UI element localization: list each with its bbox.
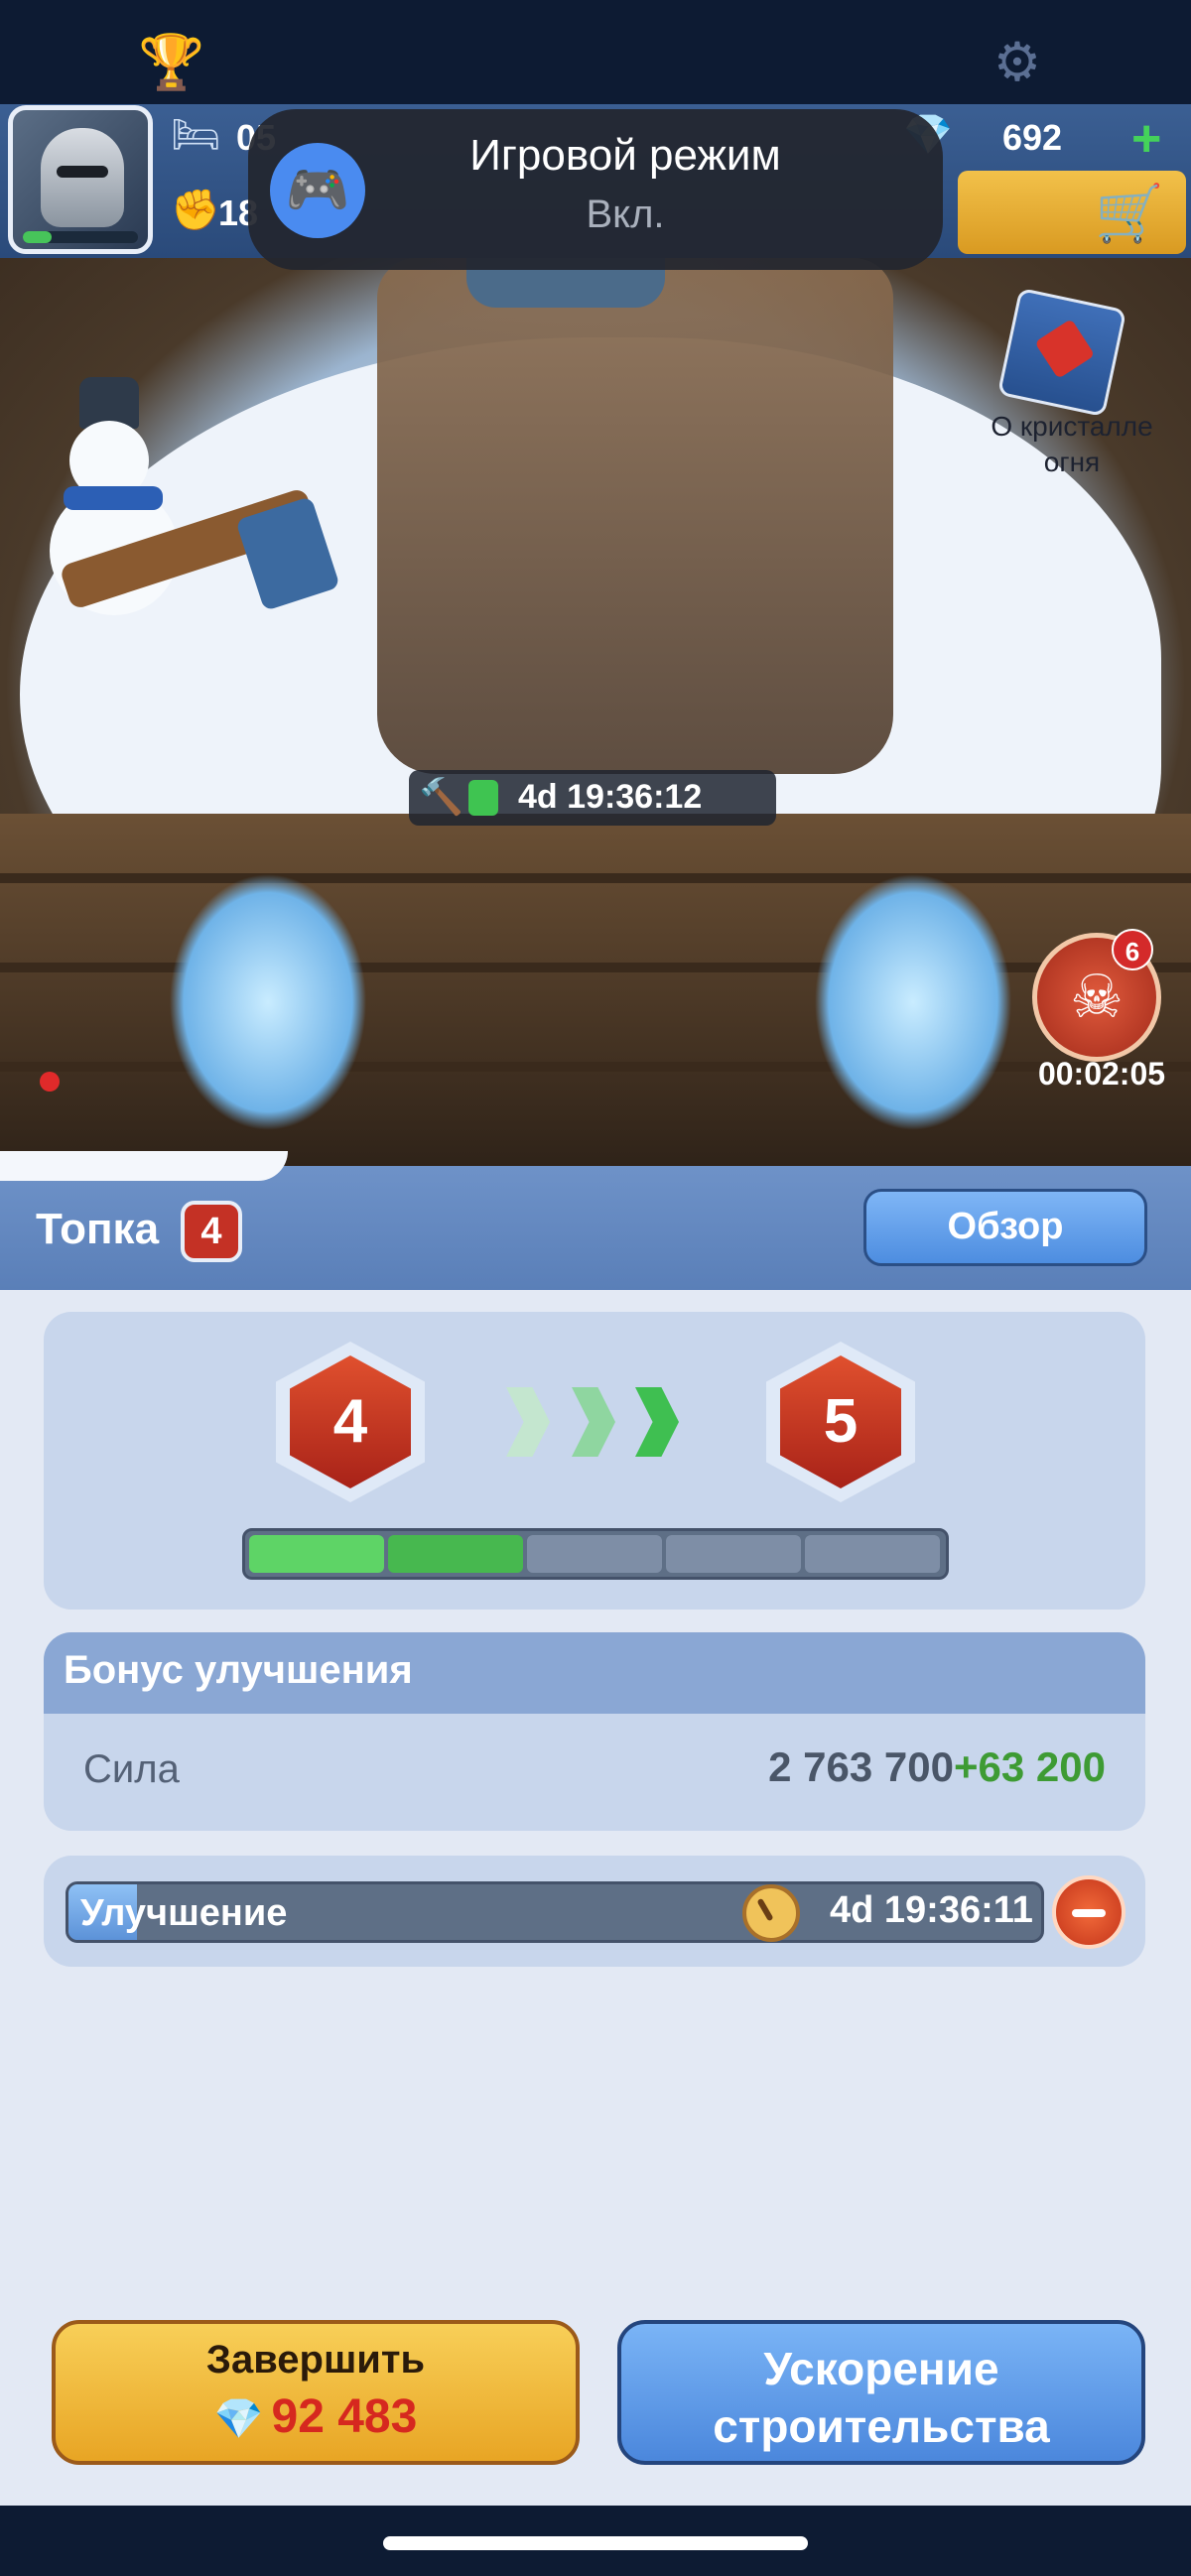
cancel-upgrade-button[interactable] (1052, 1875, 1125, 1949)
avatar[interactable] (8, 105, 153, 254)
panel-snow-edge (0, 1151, 288, 1181)
furnace-building[interactable] (377, 258, 893, 774)
trophy-icon[interactable]: 🏆 (137, 28, 206, 97)
finish-label: Завершить (205, 2338, 426, 2382)
finish-cost-value: 92 483 (271, 2390, 418, 2443)
top-bar: 🏆 ⚙ (0, 0, 1191, 104)
level-progress-bar (242, 1528, 949, 1580)
crystal-book-icon[interactable] (996, 287, 1127, 418)
ice-glow-right (814, 873, 1012, 1131)
gem-icon: 💎 (213, 2397, 264, 2441)
speedup-label: Ускорение строительства (621, 2340, 1141, 2455)
gamepad-icon: 🎮 (270, 143, 365, 238)
gem-count: 692 (1002, 117, 1063, 158)
knight-portrait (41, 128, 124, 227)
progress-segment (527, 1535, 662, 1573)
avatar-xp-bar (23, 231, 138, 243)
power-stat-base: 2 763 700 (768, 1743, 954, 1790)
raid-timer: 00:02:05 (1037, 1056, 1166, 1092)
hammer-icon: 🔨 (419, 777, 463, 818)
bonus-title: Бонус улучшения (64, 1648, 413, 1692)
finish-cost: 💎 92 483 (56, 2389, 576, 2444)
finish-button[interactable]: Завершить 💎 92 483 (52, 2320, 580, 2465)
bonus-card: Бонус улучшения Сила 2 763 700+63 200 (44, 1632, 1145, 1831)
current-level-value: 4 (290, 1355, 411, 1488)
toast-title: Игровой режим (469, 131, 781, 180)
next-level-value: 5 (780, 1355, 901, 1488)
cart-icon: 🛒 (1095, 182, 1164, 246)
build-timer-text: 4d 19:36:12 (518, 778, 703, 816)
panel-title: Топка (36, 1205, 160, 1253)
fist-icon: ✊ (171, 188, 220, 233)
power-stat-value: 2 763 700+63 200 (768, 1743, 1106, 1791)
progress-segment (249, 1535, 384, 1573)
bonus-header: Бонус улучшения (44, 1632, 1145, 1714)
overview-button[interactable]: Обзор (863, 1189, 1147, 1266)
clock-icon (742, 1884, 800, 1942)
home-indicator[interactable] (383, 2536, 808, 2550)
progress-segment (805, 1535, 940, 1573)
crystal-info-label[interactable]: О кристалле огня (973, 409, 1171, 480)
raid-count-badge: 6 (1112, 929, 1153, 970)
add-gems-button[interactable]: + (1131, 109, 1161, 169)
game-mode-toast: 🎮 Игровой режим Вкл. (248, 109, 943, 270)
upgrade-time-left: 4d 19:36:11 (830, 1889, 1033, 1931)
upgrade-label: Улучшение (80, 1892, 288, 1934)
build-timer-badge: 🔨 4d 19:36:12 (409, 770, 776, 826)
speedup-button[interactable]: Ускорение строительства (617, 2320, 1145, 2465)
progress-indicator (468, 780, 498, 816)
progress-segment (388, 1535, 523, 1573)
gear-icon[interactable]: ⚙ (983, 28, 1052, 97)
ice-glow-left (169, 873, 367, 1131)
speedup-line1: Ускорение (763, 2343, 999, 2394)
progress-segment (666, 1535, 801, 1573)
power-stat-label: Сила (83, 1747, 180, 1791)
speedup-line2: строительства (713, 2400, 1050, 2452)
shop-button[interactable]: 🛒 (958, 171, 1186, 254)
map-pin-icon (40, 1072, 60, 1092)
power-stat-add: +63 200 (954, 1743, 1106, 1790)
level-badge: 4 (181, 1201, 242, 1262)
toast-subtitle: Вкл. (586, 193, 665, 236)
sleep-icon: 🛏 (171, 112, 221, 158)
